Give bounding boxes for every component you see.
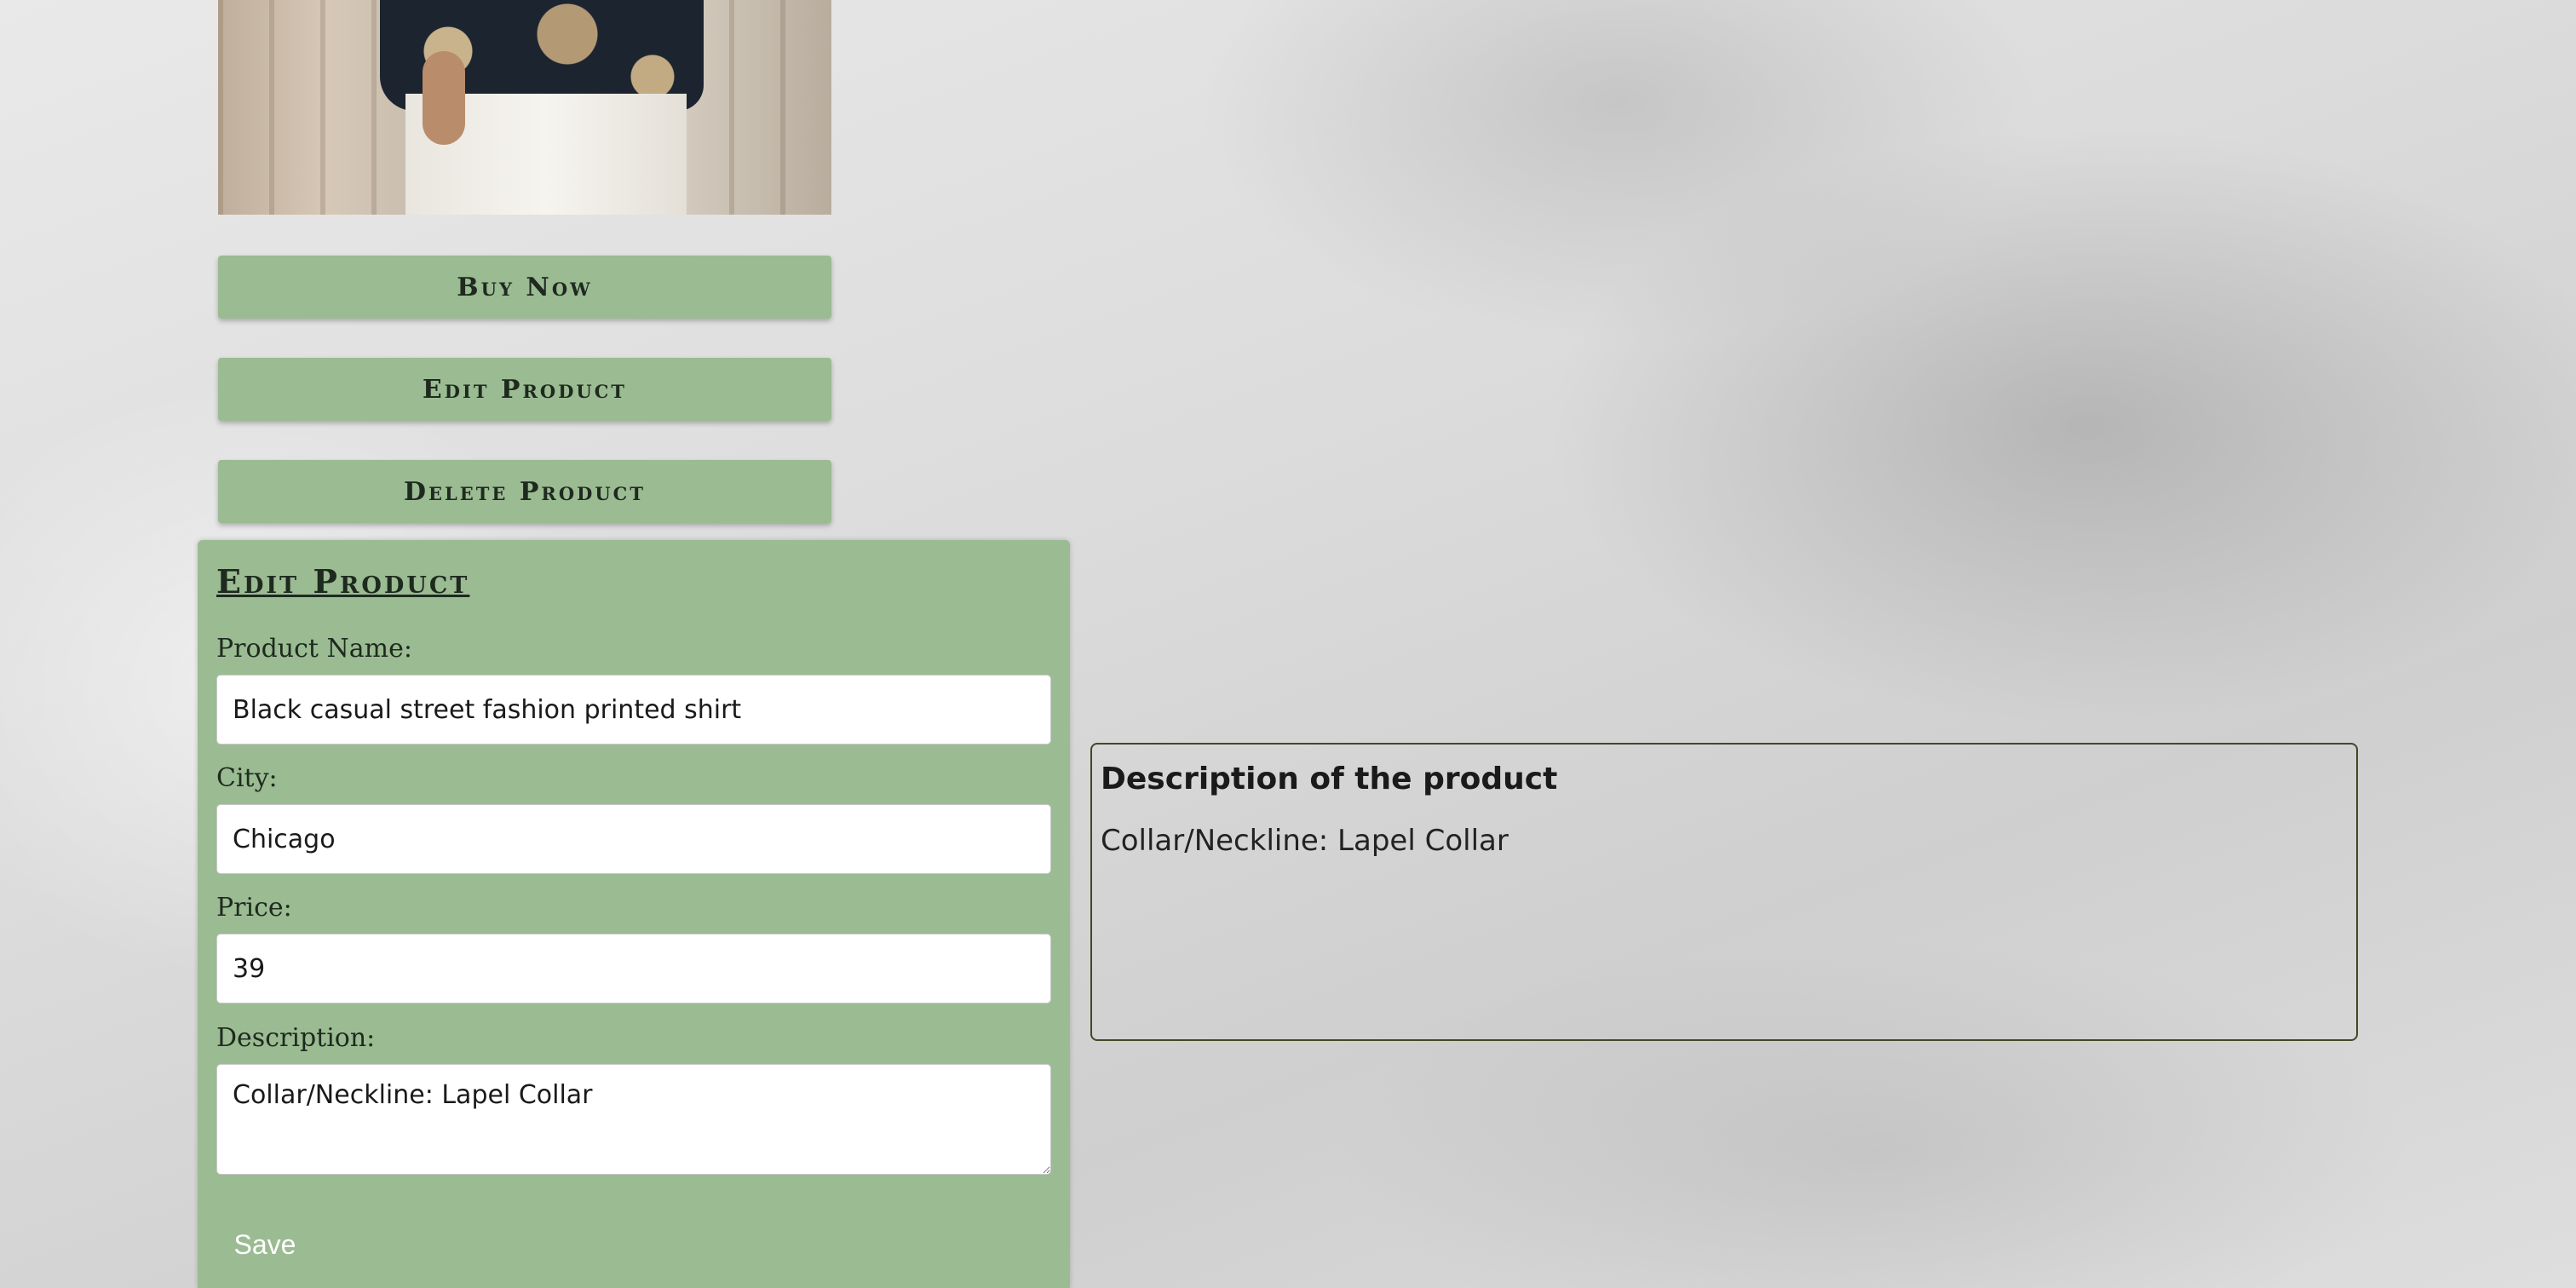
description-text: Collar/Neckline: Lapel Collar	[1101, 824, 1509, 858]
city-input[interactable]	[216, 804, 1051, 874]
delete-product-button[interactable]: Delete Product	[218, 460, 831, 523]
product-description-panel: Description of the product Collar/Neckli…	[1090, 743, 2358, 1041]
price-input[interactable]	[216, 934, 1051, 1003]
product-name-input[interactable]	[216, 675, 1051, 745]
buy-now-button[interactable]: Buy Now	[218, 256, 831, 319]
product-image	[218, 0, 831, 215]
description-label: Description:	[216, 1023, 376, 1053]
product-name-label: Product Name:	[216, 634, 412, 664]
edit-form-title: Edit Product	[216, 562, 470, 601]
photo-hand	[423, 51, 465, 145]
save-button[interactable]: Save	[218, 1213, 312, 1276]
edit-product-form: Edit Product Product Name: City: Price: …	[198, 540, 1070, 1288]
edit-product-button[interactable]: Edit Product	[218, 358, 831, 421]
price-label: Price:	[216, 893, 292, 923]
description-heading: Description of the product	[1101, 762, 1558, 796]
description-textarea[interactable]: Collar/Neckline: Lapel Collar	[216, 1064, 1051, 1175]
city-label: City:	[216, 763, 278, 793]
